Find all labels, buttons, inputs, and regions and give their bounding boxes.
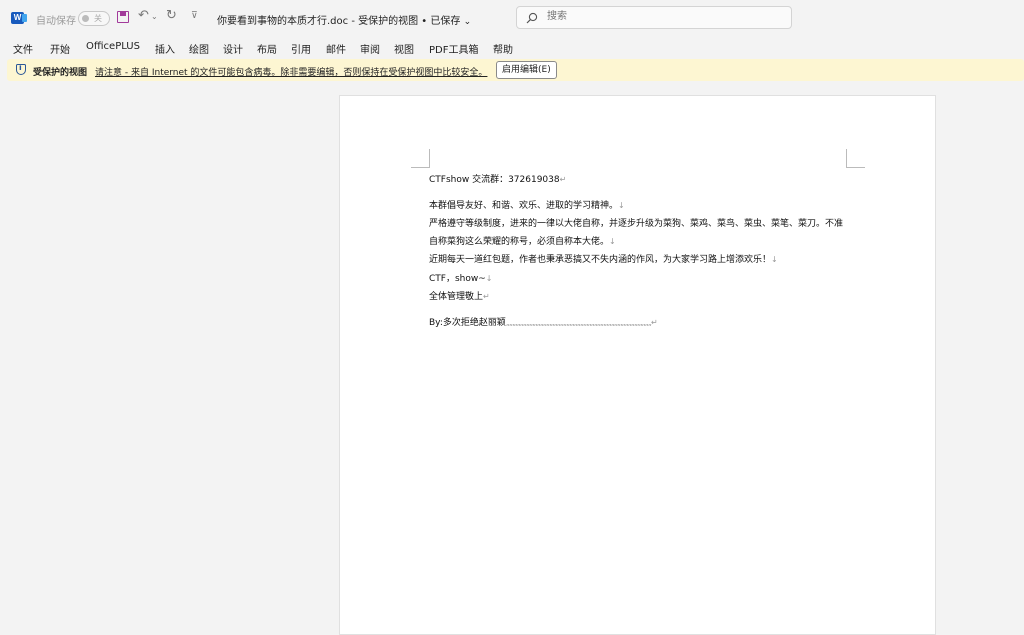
crop-mark-top-left	[411, 149, 430, 168]
tab-references[interactable]: 引用	[291, 41, 311, 56]
doc-line-6-text: CTF，show~	[429, 274, 486, 284]
shield-icon	[16, 63, 26, 75]
save-icon[interactable]	[117, 11, 129, 23]
chevron-down-icon: ⌄	[463, 17, 472, 27]
hidden-text-marks: ,,,,,,,,,,,,,,,,,,,,,,,,,,,,,,,,,,,,,,,,…	[505, 318, 652, 327]
title-bar: W 自动保存 关 ↶ ⌄ ↻ ⊽ 你要看到事物的本质才行.doc - 受保护的视…	[0, 0, 1024, 36]
tab-design[interactable]: 设计	[223, 41, 243, 56]
line-break-mark: ↓	[618, 201, 625, 210]
paragraph-mark: ↵	[483, 292, 490, 301]
toggle-knob	[82, 15, 89, 22]
document-page[interactable]: CTFshow 交流群：372619038↵ 本群倡导友好、和谐、欢乐、进取的学…	[339, 95, 936, 635]
undo-icon[interactable]: ↶	[138, 8, 149, 23]
search-input[interactable]	[545, 10, 749, 23]
doc-line-8: By:多次拒绝赵丽颖,,,,,,,,,,,,,,,,,,,,,,,,,,,,,,…	[429, 315, 658, 328]
search-box[interactable]	[516, 6, 792, 29]
doc-line-4-text: 自称菜狗这么荣耀的称号，必须自称本大佬。	[429, 237, 610, 247]
tab-insert[interactable]: 插入	[155, 41, 175, 56]
tab-review[interactable]: 审阅	[360, 41, 380, 56]
autosave-label: 自动保存	[36, 16, 76, 27]
tab-pdf-tools[interactable]: PDF工具箱	[429, 41, 478, 56]
paragraph-mark: ↵	[559, 175, 567, 184]
tab-home[interactable]: 开始	[50, 41, 70, 56]
line-break-mark: ↓	[485, 274, 493, 283]
doc-line-1-text: CTFshow 交流群：372619038	[429, 175, 560, 185]
tab-help[interactable]: 帮助	[493, 41, 513, 56]
paragraph-mark: ↵	[650, 318, 658, 327]
protected-view-title: 受保护的视图	[33, 68, 88, 78]
enable-editing-button[interactable]: 启用编辑(E)	[496, 61, 557, 79]
document-title-text: 你要看到事物的本质才行.doc - 受保护的视图 • 已保存	[217, 16, 461, 27]
autosave-state: 关	[94, 14, 102, 23]
protected-view-message[interactable]: 请注意 - 来自 Internet 的文件可能包含病毒。除非需要编辑，否则保持在…	[95, 65, 487, 78]
tab-view[interactable]: 视图	[394, 41, 414, 56]
doc-line-2: 本群倡导友好、和谐、欢乐、进取的学习精神。↓	[429, 198, 625, 211]
tab-file[interactable]: 文件	[13, 41, 33, 56]
doc-line-7: 全体管理敬上↵	[429, 289, 490, 302]
tab-draw[interactable]: 绘图	[189, 41, 209, 56]
search-icon	[526, 12, 538, 24]
doc-line-8-text: By:多次拒绝赵丽颖	[429, 318, 506, 328]
doc-line-2-text: 本群倡导友好、和谐、欢乐、进取的学习精神。	[429, 201, 619, 211]
redo-icon[interactable]: ↻	[166, 8, 177, 23]
autosave-toggle[interactable]: 关	[78, 11, 110, 26]
ribbon-tabs: 文件 开始 OfficePLUS 插入 绘图 设计 布局 引用 邮件 审阅 视图…	[0, 38, 1024, 58]
crop-mark-top-right	[846, 149, 865, 168]
undo-dropdown-icon[interactable]: ⌄	[151, 12, 158, 21]
line-break-mark: ↓	[771, 255, 778, 264]
doc-line-7-text: 全体管理敬上	[429, 292, 484, 302]
tab-mailings[interactable]: 邮件	[326, 41, 346, 56]
doc-line-3: 严格遵守等级制度，进来的一律以大佬自称，并逐步升级为菜狗、菜鸡、菜鸟、菜虫、菜笔…	[429, 216, 843, 229]
tab-layout[interactable]: 布局	[257, 41, 277, 56]
doc-line-5: 近期每天一道红包题，作者也秉承恶搞又不失内涵的作风，为大家学习路上增添欢乐！↓	[429, 252, 778, 265]
document-title[interactable]: 你要看到事物的本质才行.doc - 受保护的视图 • 已保存 ⌄	[217, 12, 471, 27]
line-break-mark: ↓	[609, 237, 616, 246]
tab-officeplus[interactable]: OfficePLUS	[86, 41, 140, 52]
doc-line-3-text: 严格遵守等级制度，进来的一律以大佬自称，并逐步升级为菜狗、菜鸡、菜鸟、菜虫、菜笔…	[429, 219, 844, 229]
doc-line-4: 自称菜狗这么荣耀的称号，必须自称本大佬。↓	[429, 234, 616, 247]
customize-icon[interactable]: ⊽	[191, 11, 198, 21]
doc-line-6: CTF，show~↓	[429, 271, 492, 284]
doc-line-5-text: 近期每天一道红包题，作者也秉承恶搞又不失内涵的作风，为大家学习路上增添欢乐！	[429, 255, 772, 265]
word-icon: W	[11, 12, 27, 24]
doc-line-1: CTFshow 交流群：372619038↵	[429, 172, 566, 185]
protected-view-bar: 受保护的视图 请注意 - 来自 Internet 的文件可能包含病毒。除非需要编…	[7, 59, 1024, 81]
